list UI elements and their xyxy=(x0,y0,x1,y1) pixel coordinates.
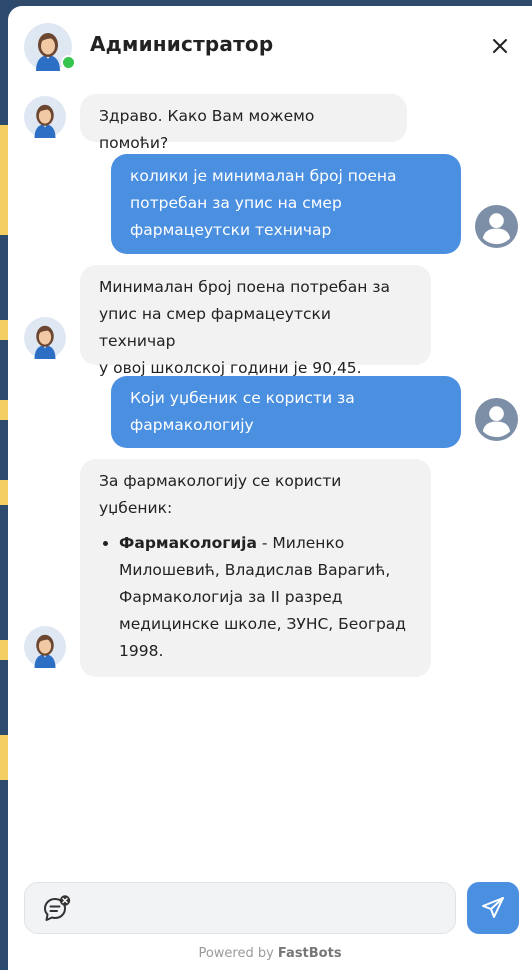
online-status-dot xyxy=(61,55,76,70)
chat-title: Администратор xyxy=(90,32,274,56)
chat-header: Администратор xyxy=(8,6,532,86)
powered-by-brand[interactable]: FastBots xyxy=(278,946,342,961)
message-line: Који уџбеник се користи за xyxy=(130,389,355,407)
message-line: 1998. xyxy=(119,642,164,660)
message-line: Фармакологија за II разред xyxy=(119,588,343,606)
close-icon[interactable] xyxy=(488,34,512,58)
user-message: Који уџбеник се користи за фармакологију xyxy=(111,376,461,448)
message-line: упис на смер фармацеутски техничар xyxy=(99,305,331,350)
message-input-box[interactable] xyxy=(24,882,456,934)
powered-by: Powered by FastBots xyxy=(8,946,532,961)
bot-avatar-icon xyxy=(24,317,66,359)
list-item-title: Фармакологија xyxy=(119,534,257,552)
chat-widget: Администратор Здраво. Како Вам можемо по… xyxy=(8,6,532,970)
powered-by-prefix: Powered by xyxy=(198,946,278,961)
message-line: Милошевић, Владислав Варагић, xyxy=(119,561,391,579)
bot-avatar-icon xyxy=(24,626,66,668)
message-line: Минималан број поена потребан за xyxy=(99,278,391,296)
send-button[interactable] xyxy=(467,882,519,934)
message-line: потребан за упис на смер xyxy=(130,194,342,212)
bot-message: Здраво. Како Вам можемо помоћи? xyxy=(80,94,407,152)
user-avatar-icon xyxy=(475,205,518,248)
message-line: уџбеник: xyxy=(99,499,173,517)
user-message: колики је минималан број поена потребан … xyxy=(111,154,461,254)
user-avatar-icon xyxy=(475,398,518,441)
message-line: - Миленко xyxy=(256,534,345,552)
message-list: Фармакологија - Миленко Милошевић, Владис… xyxy=(99,530,412,665)
message-text: Здраво. Како Вам можемо помоћи? xyxy=(99,107,315,152)
message-input[interactable] xyxy=(83,893,447,927)
message-line: колики је минималан број поена xyxy=(130,167,397,185)
list-item: Фармакологија - Миленко Милошевић, Владис… xyxy=(119,530,412,665)
chat-bubble-icon[interactable] xyxy=(43,895,73,923)
message-line: За фармакологију се користи xyxy=(99,472,342,490)
message-line: фармацеутски техничар xyxy=(130,221,332,239)
bot-message: За фармакологију се користи уџбеник: Фар… xyxy=(80,459,431,677)
send-icon xyxy=(482,897,504,918)
bot-message: Минималан број поена потребан за упис на… xyxy=(80,265,431,377)
message-line: медицинске школе, ЗУНС, Београд xyxy=(119,615,407,633)
bot-avatar-icon xyxy=(24,96,66,138)
message-line: фармакологију xyxy=(130,416,254,434)
